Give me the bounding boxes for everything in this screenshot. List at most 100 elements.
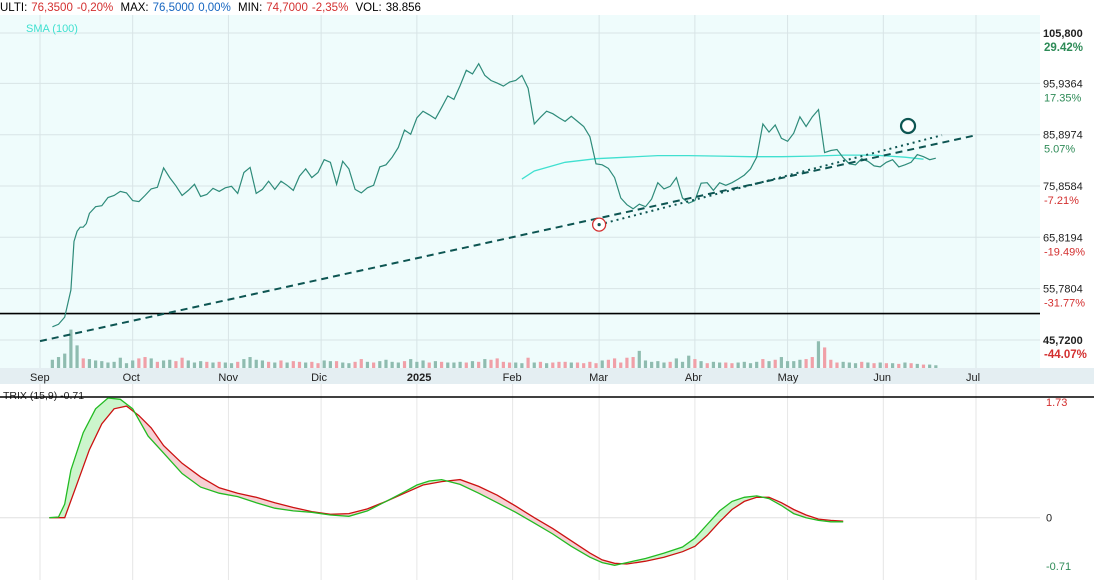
volume-bar xyxy=(520,363,524,368)
volume-bar xyxy=(322,360,326,368)
volume-bar xyxy=(452,362,456,368)
volume-bar xyxy=(798,359,802,368)
volume-bar xyxy=(186,360,190,368)
volume-bar xyxy=(359,359,363,368)
volume-bar xyxy=(279,360,283,368)
volume-bar xyxy=(823,347,827,368)
volume-bar xyxy=(551,362,555,368)
volume-bar xyxy=(779,357,783,368)
volume-bar xyxy=(458,361,462,368)
volume-bar xyxy=(341,362,345,368)
price-axis-label: 45,7200 xyxy=(1043,335,1083,347)
trix-axis-label: -0.71 xyxy=(1046,561,1071,573)
trix-axis-label: 0 xyxy=(1046,513,1052,525)
trix-bullish-fill xyxy=(49,398,133,518)
volume-bar xyxy=(631,357,635,368)
volume-bar xyxy=(829,359,833,368)
volume-bar xyxy=(112,361,116,368)
volume-bar xyxy=(372,362,376,368)
volume-bar xyxy=(161,360,166,368)
volume-bar xyxy=(718,362,722,368)
volume-bar xyxy=(248,357,252,368)
volume-bar xyxy=(273,362,277,368)
volume-bar xyxy=(507,362,512,368)
volume-bar xyxy=(501,361,505,368)
volume-bar xyxy=(934,365,938,368)
trix-panel[interactable] xyxy=(0,396,1094,566)
volume-bar xyxy=(890,363,895,368)
volume-bar xyxy=(217,361,221,368)
volume-bar xyxy=(236,361,240,368)
price-axis-label: 85,8974 xyxy=(1043,130,1083,142)
volume-bar xyxy=(687,355,691,368)
volume-bar xyxy=(532,362,536,368)
volume-bar xyxy=(730,363,734,368)
volume-bar xyxy=(699,361,703,368)
volume-bar xyxy=(489,359,493,368)
volume-bar xyxy=(81,358,85,368)
volume-bar xyxy=(124,363,129,368)
volume-bar xyxy=(514,362,518,368)
volume-bar xyxy=(767,361,771,368)
trendline-anchor-dot xyxy=(597,223,601,227)
volume-bar xyxy=(464,362,468,368)
price-axis-label: 75,8584 xyxy=(1043,181,1083,193)
volume-bar xyxy=(149,358,153,368)
trix-signal-line xyxy=(49,405,844,565)
time-axis-label: Sep xyxy=(30,372,50,384)
volume-bar xyxy=(365,361,370,368)
volume-bar xyxy=(866,362,870,368)
volume-bar xyxy=(662,362,666,368)
volume-bar xyxy=(390,361,394,368)
volume-bar xyxy=(650,361,654,368)
volume-bar xyxy=(384,359,388,368)
volume-bar xyxy=(761,359,765,368)
volume-bar xyxy=(884,363,889,368)
volume-bar xyxy=(915,363,919,368)
volume-bar xyxy=(63,353,67,368)
volume-bar xyxy=(625,357,629,368)
trendline-anchor-marker[interactable] xyxy=(899,117,917,135)
volume-bar xyxy=(50,359,54,368)
price-axis-percent: -31.77% xyxy=(1044,298,1085,310)
volume-bar xyxy=(446,362,450,368)
price-axis-percent: 5.07% xyxy=(1044,144,1075,156)
time-axis-label: Abr xyxy=(685,372,702,384)
time-axis-label: May xyxy=(778,372,799,384)
volume-bar xyxy=(310,361,314,368)
volume-bar xyxy=(297,361,302,368)
price-plot-background xyxy=(0,15,1040,368)
volume-bar xyxy=(347,363,351,368)
volume-bar xyxy=(897,363,901,368)
volume-bar xyxy=(470,361,475,368)
volume-bar xyxy=(291,361,295,368)
volume-bar xyxy=(254,359,258,368)
volume-bar xyxy=(415,361,419,368)
sma-legend-label: SMA (100) xyxy=(26,23,78,35)
volume-bar xyxy=(427,362,431,368)
volume-bar xyxy=(569,362,573,368)
stock-chart[interactable]: Sep Oct Nov Dic 2025 Feb Mar Abr May Jun Jul 105,8… xyxy=(0,0,1094,580)
trix-bullish-fill xyxy=(623,495,763,564)
price-axis-percent: 29.42% xyxy=(1044,42,1083,54)
trix-bearish-fill xyxy=(135,413,383,517)
time-axis-label: 2025 xyxy=(407,372,431,384)
volume-bar xyxy=(928,364,932,368)
volume-bar xyxy=(748,363,753,368)
volume-bar xyxy=(582,363,586,368)
volume-bar xyxy=(545,363,549,368)
volume-bar xyxy=(903,362,907,368)
time-axis-label: Jul xyxy=(966,372,980,384)
volume-bar xyxy=(477,361,481,368)
volume-bar xyxy=(656,361,660,368)
volume-bar xyxy=(223,362,227,368)
volume-bar xyxy=(168,359,172,368)
price-axis-percent: -7.21% xyxy=(1044,195,1079,207)
volume-bar xyxy=(106,362,110,368)
volume-bar xyxy=(353,361,357,368)
trix-panel-title: TRIX (15,9) -0.71 xyxy=(3,390,84,402)
volume-bar xyxy=(229,363,234,368)
volume-bar xyxy=(921,364,926,368)
price-axis-label: 55,7804 xyxy=(1043,284,1083,296)
price-axis-percent: 17.35% xyxy=(1044,92,1082,104)
